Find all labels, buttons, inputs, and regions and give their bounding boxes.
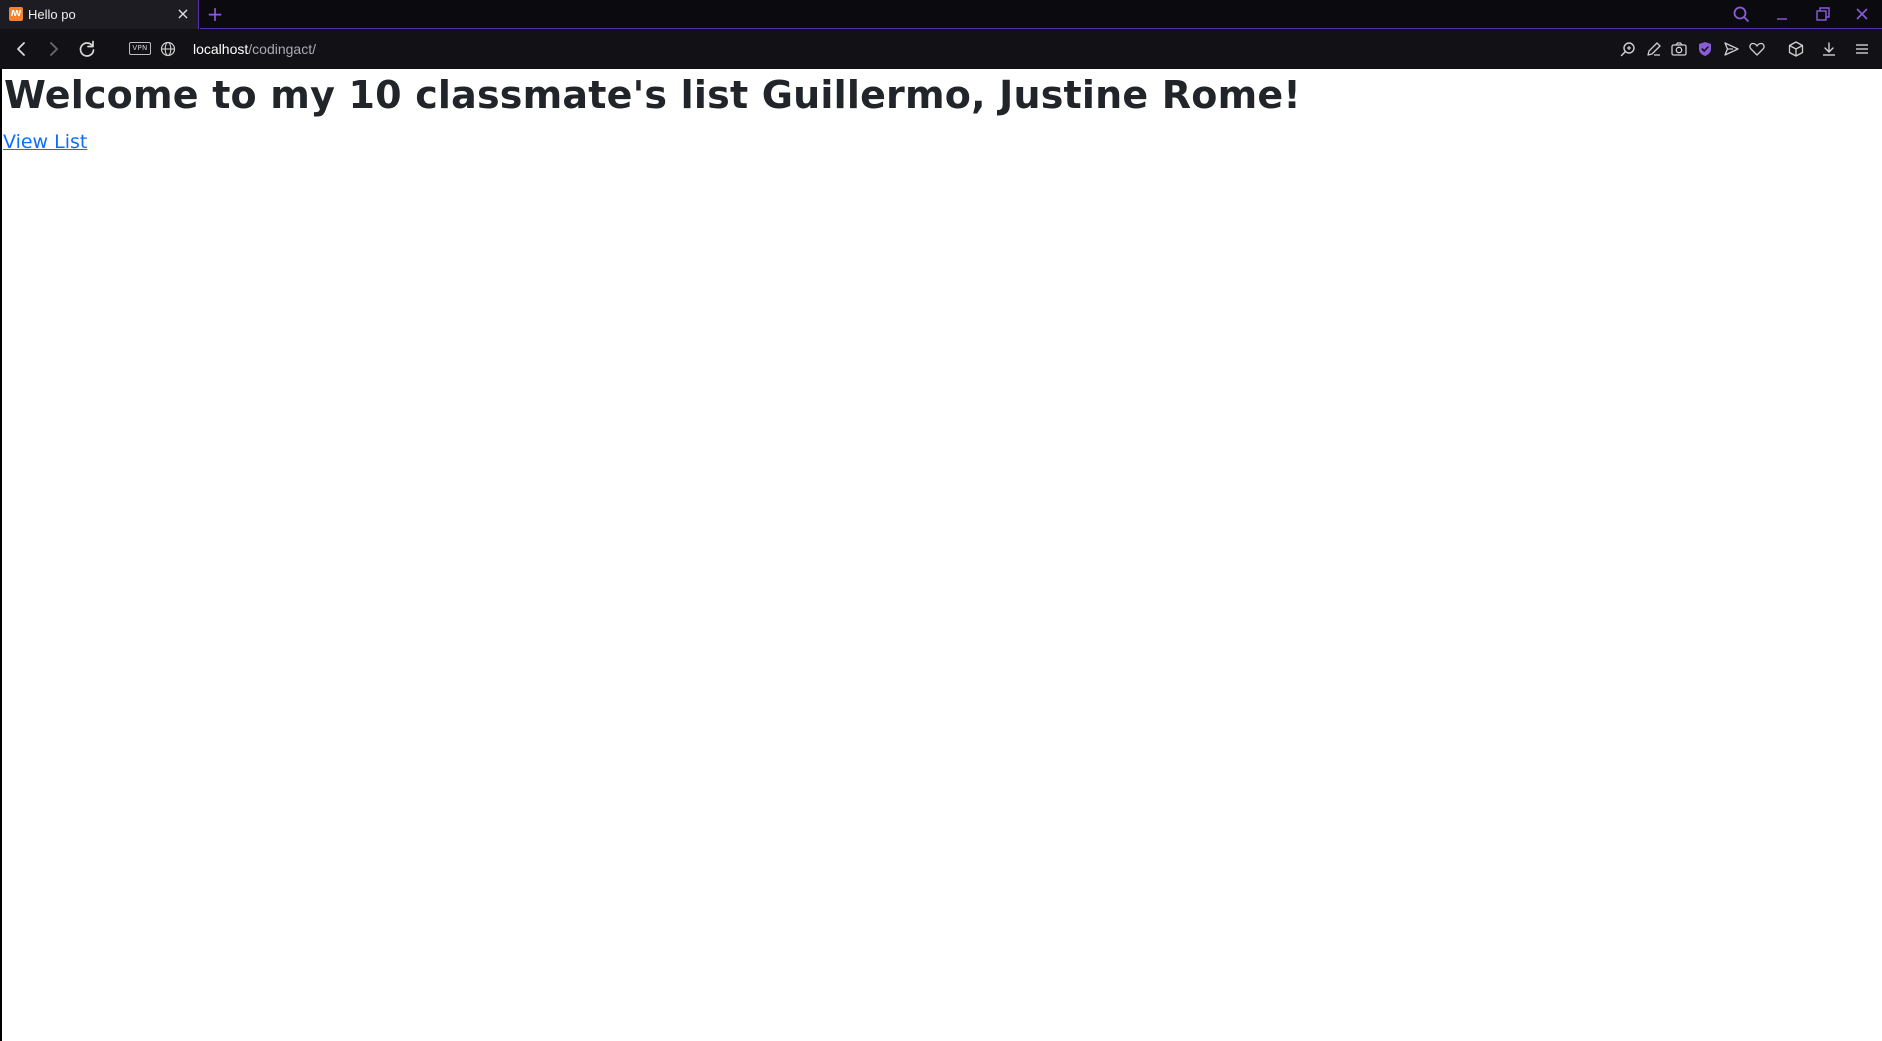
camera-icon[interactable] — [1670, 40, 1688, 58]
menu-icon[interactable] — [1853, 40, 1871, 58]
window-close-icon[interactable] — [1848, 3, 1876, 25]
tab-title: Hello po — [28, 7, 76, 22]
url-host: localhost — [193, 41, 249, 57]
send-icon[interactable] — [1722, 40, 1740, 58]
vpn-badge[interactable]: VPN — [129, 42, 151, 55]
globe-icon[interactable] — [160, 41, 176, 57]
page-title: Welcome to my 10 classmate's list Guille… — [4, 73, 1301, 117]
extensions-cube-icon[interactable] — [1787, 40, 1805, 58]
download-icon[interactable] — [1820, 40, 1838, 58]
forward-icon[interactable] — [42, 37, 66, 61]
heart-icon[interactable] — [1748, 40, 1766, 58]
browser-chrome: ꟿ Hello po × + VPN localhost/codingact/ — [0, 0, 1882, 69]
tab-close-icon[interactable]: × — [174, 5, 192, 23]
xampp-favicon-icon: ꟿ — [9, 7, 23, 21]
tab-bar: ꟿ Hello po × + — [0, 0, 1882, 29]
shield-icon[interactable] — [1696, 40, 1714, 58]
tab-active[interactable]: ꟿ Hello po × — [0, 0, 199, 29]
view-list-link[interactable]: View List — [3, 130, 87, 154]
page-content: Welcome to my 10 classmate's list Guille… — [2, 69, 1882, 1041]
new-tab-button[interactable]: + — [205, 3, 225, 25]
search-tabs-icon[interactable] — [1727, 3, 1755, 25]
address-toolbar: VPN localhost/codingact/ — [0, 29, 1882, 69]
reload-icon[interactable] — [75, 37, 99, 61]
restore-icon[interactable] — [1808, 3, 1836, 25]
url-path: /codingact/ — [248, 41, 316, 57]
minimize-icon[interactable] — [1768, 3, 1796, 25]
back-icon[interactable] — [9, 37, 33, 61]
edit-icon[interactable] — [1645, 40, 1663, 58]
zoom-icon[interactable] — [1619, 40, 1637, 58]
address-bar[interactable]: localhost/codingact/ — [193, 40, 316, 58]
